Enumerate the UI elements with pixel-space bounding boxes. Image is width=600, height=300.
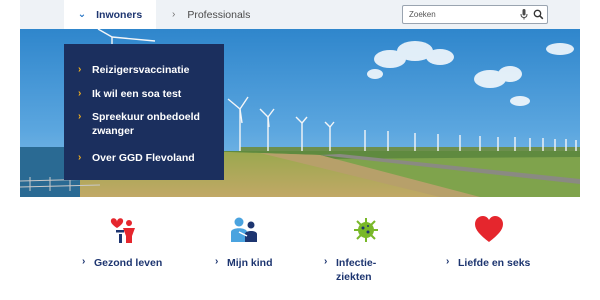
- category-label: Infectie-ziekten: [336, 257, 377, 283]
- tab-label: Professionals: [187, 8, 251, 21]
- category-label: Gezond leven: [94, 257, 163, 269]
- chevron-right-icon: ›: [324, 256, 328, 267]
- category-mijn-kind[interactable]: › Mijn kind: [213, 216, 303, 286]
- menu-item-reizigersvaccinatie[interactable]: › Reizigersvaccinatie: [78, 63, 218, 77]
- parent-child-icon: [231, 217, 257, 242]
- chevron-right-icon: ›: [82, 256, 86, 267]
- tab-label: Inwoners: [96, 8, 143, 21]
- top-navigation: ⌄ Inwoners › Professionals: [20, 0, 580, 29]
- chevron-down-icon: ⌄: [77, 9, 87, 20]
- category-label: Liefde en seks: [458, 257, 531, 269]
- chevron-right-icon: ›: [78, 152, 82, 163]
- category-liefde-en-seks[interactable]: › Liefde en seks: [444, 216, 554, 286]
- chevron-right-icon: ›: [446, 256, 450, 267]
- chevron-right-icon: ›: [215, 256, 219, 267]
- category-infectieziekten[interactable]: › Infectie-ziekten: [322, 216, 412, 288]
- search-icon[interactable]: [533, 8, 544, 21]
- category-label: Mijn kind: [227, 257, 273, 269]
- chevron-right-icon: ›: [78, 111, 82, 122]
- tab-inwoners[interactable]: ⌄ Inwoners: [64, 0, 156, 29]
- heart-icon: [475, 216, 503, 242]
- menu-item-spreekuur[interactable]: › Spreekuur onbedoeld zwanger: [78, 110, 206, 138]
- menu-item-soa-test[interactable]: › Ik wil een soa test: [78, 87, 218, 101]
- menu-item-label: Reizigersvaccinatie: [92, 64, 190, 76]
- virus-icon: [354, 218, 378, 242]
- heart-person-icon: [110, 218, 135, 243]
- search-box: [402, 5, 548, 24]
- chevron-right-icon: ›: [78, 88, 82, 99]
- microphone-icon[interactable]: [519, 8, 529, 21]
- category-gezond-leven[interactable]: › Gezond leven: [80, 216, 180, 286]
- chevron-right-icon: ›: [172, 9, 176, 20]
- menu-item-label: Spreekuur onbedoeld zwanger: [92, 111, 200, 137]
- menu-item-over-ggd[interactable]: › Over GGD Flevoland: [78, 151, 218, 165]
- menu-item-label: Over GGD Flevoland: [92, 152, 195, 164]
- dropdown-menu: › Reizigersvaccinatie › Ik wil een soa t…: [64, 44, 224, 180]
- menu-item-label: Ik wil een soa test: [92, 88, 182, 100]
- tab-professionals[interactable]: › Professionals: [172, 0, 250, 29]
- search-input[interactable]: [409, 7, 513, 21]
- chevron-right-icon: ›: [78, 64, 82, 75]
